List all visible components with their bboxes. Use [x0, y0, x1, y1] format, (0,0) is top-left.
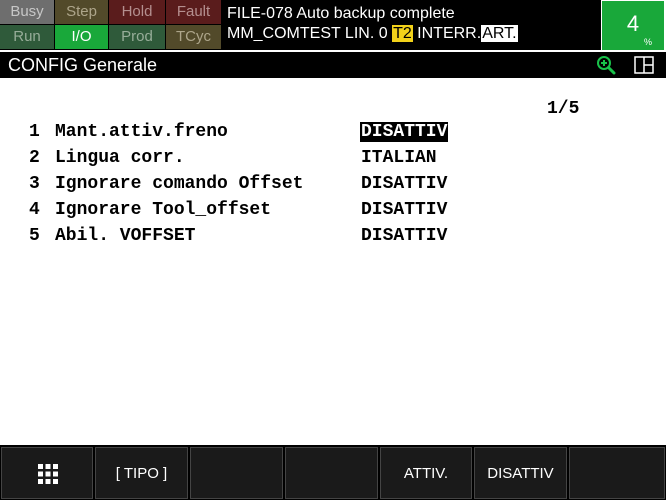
split-screen-icon[interactable] [634, 56, 654, 74]
status-busy: Busy [0, 0, 54, 24]
interrupt-text: INTERR. [412, 25, 482, 42]
row-value[interactable]: DISATTIV [360, 200, 448, 220]
row-number: 1 [29, 122, 40, 142]
row-value[interactable]: DISATTIV [360, 174, 448, 194]
page-indicator: 1/5 [547, 99, 580, 119]
alarm-message-panel[interactable]: FILE-078 Auto backup complete MM_COMTEST… [221, 0, 601, 50]
screen-title-bar: CONFIG Generale [0, 52, 666, 78]
override-value: 4 [626, 11, 640, 36]
status-run: Run [0, 25, 54, 49]
status-tcyc: TCyc [166, 25, 221, 49]
config-row-4[interactable]: 4 Ignorare Tool_offset DISATTIV [29, 200, 447, 222]
row-number: 5 [29, 226, 40, 246]
menu-button[interactable] [1, 447, 93, 499]
status-prod: Prod [109, 25, 165, 49]
row-label: Abil. VOFFSET [55, 226, 196, 246]
config-row-3[interactable]: 3 Ignorare comando Offset DISATTIV [29, 174, 447, 196]
row-value[interactable]: DISATTIV [360, 226, 448, 246]
status-fault: Fault [166, 0, 221, 24]
mode-t2-badge: T2 [392, 25, 413, 42]
status-io: I/O [55, 25, 108, 49]
status-hold: Hold [109, 0, 165, 24]
row-number: 3 [29, 174, 40, 194]
status-indicator-panel: Busy Step Hold Fault Run I/O Prod TCyc [0, 0, 221, 50]
f2-button[interactable] [190, 447, 283, 499]
f6-button[interactable] [569, 447, 665, 499]
row-label: Lingua corr. [55, 148, 185, 168]
row-number: 2 [29, 148, 40, 168]
page-title: CONFIG Generale [8, 55, 158, 75]
override-unit: % [643, 37, 652, 47]
f3-button[interactable] [285, 447, 378, 499]
row-value[interactable]: ITALIAN [360, 148, 438, 168]
row-value-selected[interactable]: DISATTIV [360, 122, 449, 142]
zoom-in-icon[interactable] [595, 55, 617, 75]
config-row-2[interactable]: 2 Lingua corr. ITALIAN [29, 148, 437, 170]
disattiv-button[interactable]: DISATTIV [474, 447, 567, 499]
attiv-button[interactable]: ATTIV. [380, 447, 472, 499]
interrupt-state-badge: ART. [481, 25, 518, 42]
config-row-1[interactable]: 1 Mant.attiv.freno DISATTIV [29, 122, 449, 144]
tipo-button[interactable]: [ TIPO ] [95, 447, 188, 499]
config-row-5[interactable]: 5 Abil. VOFFSET DISATTIV [29, 226, 447, 248]
config-list-area: 1/5 1 Mant.attiv.freno DISATTIV 2 Lingua… [0, 79, 666, 445]
message-line-2: MM_COMTEST LIN. 0 T2 INTERR.ART. [227, 25, 518, 43]
row-label: Ignorare comando Offset [55, 174, 304, 194]
program-line-text: MM_COMTEST LIN. 0 [227, 25, 393, 42]
row-label: Mant.attiv.freno [55, 122, 228, 142]
message-line-1: FILE-078 Auto backup complete [227, 5, 455, 22]
row-number: 4 [29, 200, 40, 220]
row-label: Ignorare Tool_offset [55, 200, 272, 220]
speed-override-box[interactable]: 4 % [602, 1, 664, 50]
function-key-bar: [ TIPO ] ATTIV. DISATTIV [0, 445, 666, 500]
status-step: Step [55, 0, 108, 24]
grid-menu-icon [38, 464, 58, 484]
